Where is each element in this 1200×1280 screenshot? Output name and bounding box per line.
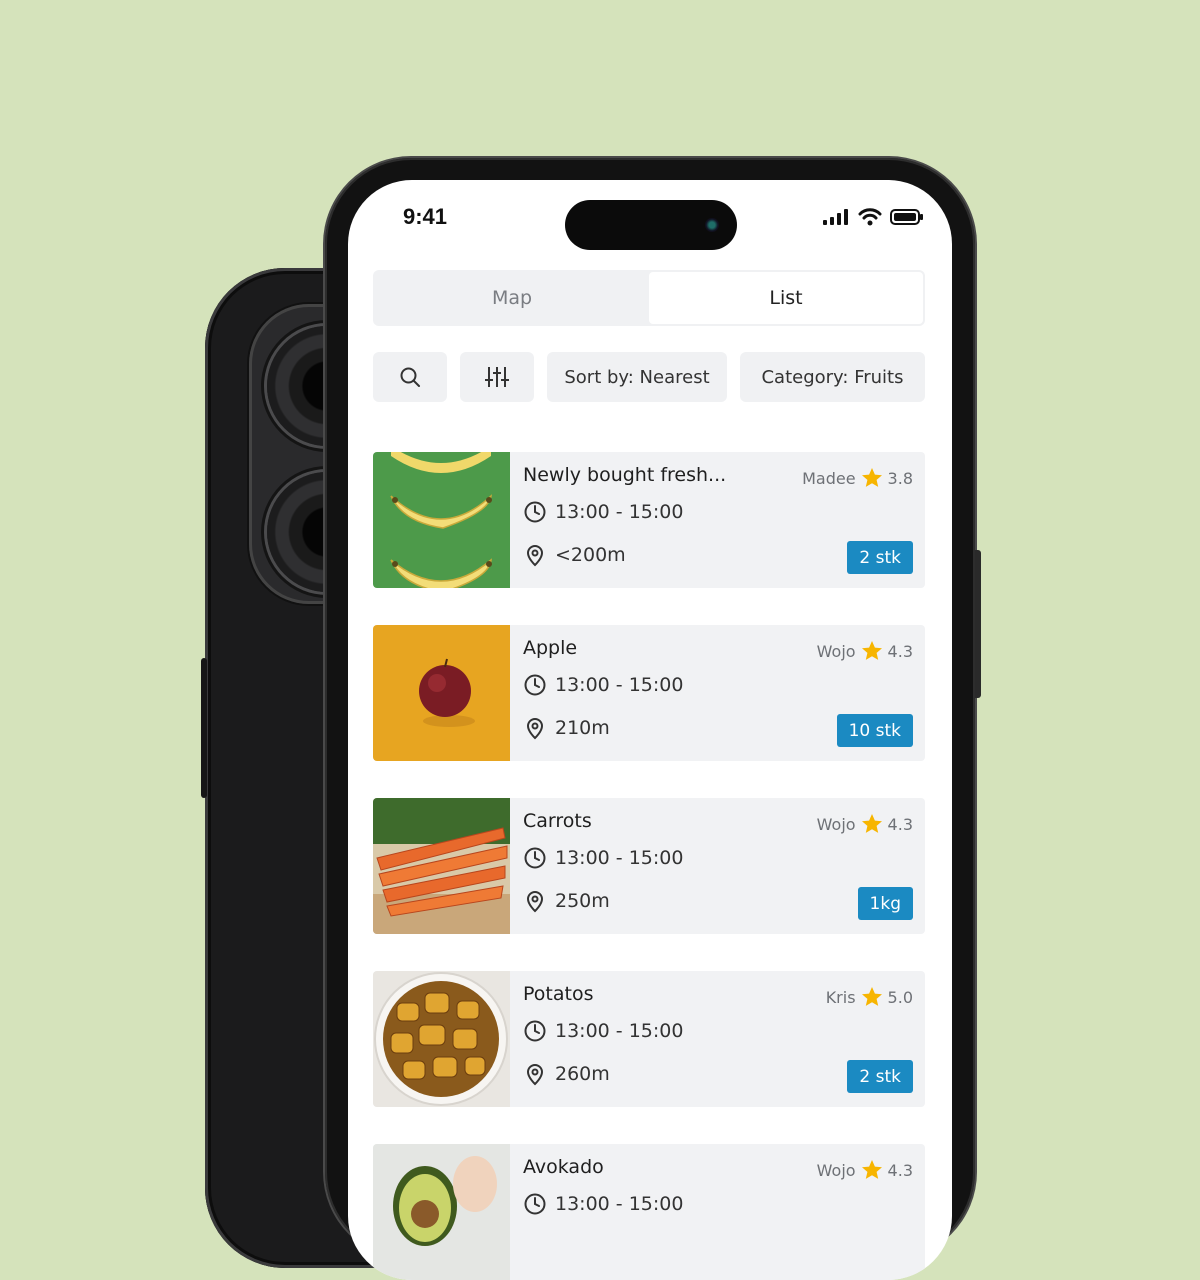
distance: 250m bbox=[523, 889, 610, 913]
category-dropdown[interactable]: Category: Fruits bbox=[740, 352, 925, 402]
search-button[interactable] bbox=[373, 352, 447, 402]
time-text: 13:00 - 15:00 bbox=[555, 501, 684, 523]
front-phone-device: 9:41 Map List Sort by: Nearest Category:… bbox=[325, 158, 981, 1280]
item-title: Apple bbox=[523, 637, 578, 659]
rating-value: 5.0 bbox=[887, 987, 913, 1007]
distance-text: 210m bbox=[555, 717, 610, 739]
rating-value: 4.3 bbox=[887, 1160, 913, 1180]
list-item[interactable]: Avokado Wojo 4.3 13:00 - 15:00 bbox=[373, 1144, 925, 1280]
bananas-image bbox=[373, 452, 510, 588]
seller-name: Wojo bbox=[816, 1160, 856, 1180]
list-item[interactable]: Carrots Wojo 4.3 13:00 - 15:00 250m 1kg bbox=[373, 798, 925, 934]
front-camera bbox=[705, 218, 719, 232]
status-time: 9:41 bbox=[403, 204, 448, 229]
seller-name: Wojo bbox=[816, 814, 856, 834]
location-pin-icon bbox=[526, 1064, 544, 1086]
pickup-time: 13:00 - 15:00 bbox=[523, 1192, 683, 1216]
sliders-icon bbox=[485, 367, 509, 387]
star-icon bbox=[861, 468, 882, 487]
phone-screen: 9:41 Map List Sort by: Nearest Category:… bbox=[348, 180, 952, 1280]
clock-icon bbox=[524, 501, 546, 523]
seller-rating: Wojo 4.3 bbox=[817, 812, 913, 836]
item-title: Potatos bbox=[523, 983, 594, 1005]
status-bar: 9:41 bbox=[348, 180, 952, 260]
view-toggle: Map List bbox=[373, 270, 925, 326]
time-text: 13:00 - 15:00 bbox=[555, 1193, 684, 1215]
battery-icon bbox=[890, 209, 923, 225]
star-icon bbox=[861, 641, 882, 660]
clock-icon bbox=[524, 1020, 546, 1042]
sort-dropdown[interactable]: Sort by: Nearest bbox=[547, 352, 727, 402]
location-pin-icon bbox=[526, 718, 544, 740]
time-text: 13:00 - 15:00 bbox=[555, 847, 684, 869]
avocado-image bbox=[373, 1144, 510, 1280]
filter-settings-button[interactable] bbox=[460, 352, 534, 402]
seller-rating: Kris 5.0 bbox=[826, 985, 913, 1009]
item-title: Newly bought fresh... bbox=[523, 464, 727, 486]
location-pin-icon bbox=[526, 545, 544, 567]
item-title: Avokado bbox=[523, 1156, 604, 1178]
carrots-image bbox=[373, 798, 510, 934]
list-item[interactable]: Newly bought fresh... Madee 3.8 13:00 - … bbox=[373, 452, 925, 588]
distance-text: 260m bbox=[555, 1063, 610, 1085]
star-icon bbox=[861, 1160, 882, 1179]
rating-value: 3.8 bbox=[887, 468, 913, 488]
tab-list[interactable]: List bbox=[649, 272, 923, 324]
dynamic-island bbox=[565, 200, 737, 250]
category-value: Fruits bbox=[854, 366, 904, 388]
clock-icon bbox=[524, 674, 546, 696]
list-item[interactable]: Potatos Kris 5.0 13:00 - 15:00 260m 2 st… bbox=[373, 971, 925, 1107]
star-icon bbox=[861, 987, 882, 1006]
rating-value: 4.3 bbox=[887, 641, 913, 661]
seller-rating: Wojo 4.3 bbox=[817, 639, 913, 663]
seller-name: Madee bbox=[802, 468, 856, 488]
star-icon bbox=[861, 814, 882, 833]
quantity-badge: 2 stk bbox=[847, 541, 913, 574]
apple-image bbox=[373, 625, 510, 761]
rating-value: 4.3 bbox=[887, 814, 913, 834]
back-phone-side-button bbox=[201, 658, 207, 798]
pickup-time: 13:00 - 15:00 bbox=[523, 673, 683, 697]
seller-name: Wojo bbox=[816, 641, 856, 661]
distance: 260m bbox=[523, 1062, 610, 1086]
search-icon bbox=[400, 367, 420, 387]
quantity-badge: 2 stk bbox=[847, 1060, 913, 1093]
location-pin-icon bbox=[526, 891, 544, 913]
signal-icon bbox=[823, 209, 848, 225]
pickup-time: 13:00 - 15:00 bbox=[523, 846, 683, 870]
time-text: 13:00 - 15:00 bbox=[555, 1020, 684, 1042]
category-label: Category: bbox=[761, 366, 849, 388]
potatoes-image bbox=[373, 971, 510, 1107]
filter-row: Sort by: Nearest Category: Fruits bbox=[373, 352, 925, 402]
seller-rating: Madee 3.8 bbox=[802, 466, 913, 490]
sort-value: Nearest bbox=[639, 366, 710, 388]
seller-rating: Wojo 4.3 bbox=[817, 1158, 913, 1182]
status-icons bbox=[822, 208, 924, 226]
list-item[interactable]: Apple Wojo 4.3 13:00 - 15:00 210m 10 stk bbox=[373, 625, 925, 761]
clock-icon bbox=[524, 847, 546, 869]
sort-label: Sort by: bbox=[564, 366, 634, 388]
wifi-icon bbox=[858, 208, 882, 226]
power-button bbox=[975, 550, 981, 698]
item-title: Carrots bbox=[523, 810, 592, 832]
pickup-time: 13:00 - 15:00 bbox=[523, 1019, 683, 1043]
seller-name: Kris bbox=[825, 987, 856, 1007]
time-text: 13:00 - 15:00 bbox=[555, 674, 684, 696]
distance: <200m bbox=[523, 543, 626, 567]
pickup-time: 13:00 - 15:00 bbox=[523, 500, 683, 524]
distance-text: 250m bbox=[555, 890, 610, 912]
listing-list: Newly bought fresh... Madee 3.8 13:00 - … bbox=[373, 452, 925, 1280]
distance-text: <200m bbox=[555, 544, 626, 566]
distance: 210m bbox=[523, 716, 610, 740]
tab-map[interactable]: Map bbox=[375, 272, 649, 324]
quantity-badge: 1kg bbox=[857, 887, 913, 920]
clock-icon bbox=[524, 1193, 546, 1215]
quantity-badge: 10 stk bbox=[836, 714, 913, 747]
